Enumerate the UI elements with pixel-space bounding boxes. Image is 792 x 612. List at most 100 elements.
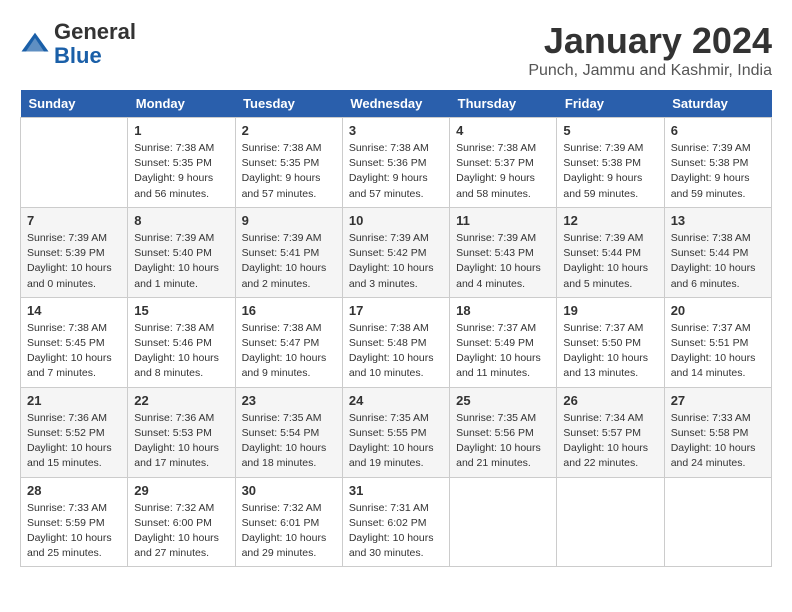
day-info: Sunrise: 7:39 AMSunset: 5:39 PMDaylight:… [27,231,121,292]
day-cell: 22 Sunrise: 7:36 AMSunset: 5:53 PMDayligh… [128,387,235,477]
calendar-table: SundayMondayTuesdayWednesdayThursdayFrid… [20,90,772,567]
day-number: 22 [134,393,228,408]
day-number: 1 [134,123,228,138]
day-number: 3 [349,123,443,138]
day-number: 27 [671,393,765,408]
day-info: Sunrise: 7:37 AMSunset: 5:49 PMDaylight:… [456,321,550,382]
weekday-header-tuesday: Tuesday [235,90,342,118]
day-cell: 18 Sunrise: 7:37 AMSunset: 5:49 PMDayligh… [450,297,557,387]
week-row-3: 14 Sunrise: 7:38 AMSunset: 5:45 PMDayligh… [21,297,772,387]
day-info: Sunrise: 7:38 AMSunset: 5:47 PMDaylight:… [242,321,336,382]
day-number: 17 [349,303,443,318]
day-cell [664,477,771,567]
day-cell: 20 Sunrise: 7:37 AMSunset: 5:51 PMDayligh… [664,297,771,387]
weekday-header-friday: Friday [557,90,664,118]
day-info: Sunrise: 7:39 AMSunset: 5:41 PMDaylight:… [242,231,336,292]
day-cell: 28 Sunrise: 7:33 AMSunset: 5:59 PMDayligh… [21,477,128,567]
day-cell: 15 Sunrise: 7:38 AMSunset: 5:46 PMDayligh… [128,297,235,387]
day-number: 14 [27,303,121,318]
day-cell: 6Sunrise: 7:39 AMSunset: 5:38 PMDaylight… [664,118,771,208]
day-info: Sunrise: 7:31 AMSunset: 6:02 PMDaylight:… [349,501,443,562]
day-info: Sunrise: 7:38 AMSunset: 5:48 PMDaylight:… [349,321,443,382]
day-info: Sunrise: 7:39 AMSunset: 5:38 PMDaylight:… [671,141,765,202]
day-cell [557,477,664,567]
title-block: January 2024 Punch, Jammu and Kashmir, I… [528,20,772,80]
day-number: 31 [349,483,443,498]
day-cell: 1 Sunrise: 7:38 AMSunset: 5:35 PMDaylight… [128,118,235,208]
day-number: 9 [242,213,336,228]
week-row-4: 21 Sunrise: 7:36 AMSunset: 5:52 PMDayligh… [21,387,772,477]
day-number: 18 [456,303,550,318]
day-number: 4 [456,123,550,138]
day-cell: 23 Sunrise: 7:35 AMSunset: 5:54 PMDayligh… [235,387,342,477]
day-cell: 21 Sunrise: 7:36 AMSunset: 5:52 PMDayligh… [21,387,128,477]
day-info: Sunrise: 7:35 AMSunset: 5:55 PMDaylight:… [349,411,443,472]
week-row-1: 1 Sunrise: 7:38 AMSunset: 5:35 PMDaylight… [21,118,772,208]
week-row-5: 28 Sunrise: 7:33 AMSunset: 5:59 PMDayligh… [21,477,772,567]
logo-general: General [54,19,136,44]
day-info: Sunrise: 7:39 AMSunset: 5:40 PMDaylight:… [134,231,228,292]
day-info: Sunrise: 7:35 AMSunset: 5:56 PMDaylight:… [456,411,550,472]
day-info: Sunrise: 7:38 AMSunset: 5:46 PMDaylight:… [134,321,228,382]
day-cell: 27 Sunrise: 7:33 AMSunset: 5:58 PMDayligh… [664,387,771,477]
day-info: Sunrise: 7:38 AMSunset: 5:35 PMDaylight:… [242,141,336,202]
day-cell [450,477,557,567]
day-number: 7 [27,213,121,228]
weekday-header-saturday: Saturday [664,90,771,118]
day-cell: 26 Sunrise: 7:34 AMSunset: 5:57 PMDayligh… [557,387,664,477]
day-number: 20 [671,303,765,318]
day-number: 10 [349,213,443,228]
logo: General Blue [20,20,136,68]
weekday-header-sunday: Sunday [21,90,128,118]
weekday-header-monday: Monday [128,90,235,118]
day-cell: 4Sunrise: 7:38 AMSunset: 5:37 PMDaylight… [450,118,557,208]
day-info: Sunrise: 7:32 AMSunset: 6:00 PMDaylight:… [134,501,228,562]
day-number: 8 [134,213,228,228]
day-info: Sunrise: 7:36 AMSunset: 5:53 PMDaylight:… [134,411,228,472]
day-cell: 14 Sunrise: 7:38 AMSunset: 5:45 PMDayligh… [21,297,128,387]
day-cell: 17 Sunrise: 7:38 AMSunset: 5:48 PMDayligh… [342,297,449,387]
day-cell: 19 Sunrise: 7:37 AMSunset: 5:50 PMDayligh… [557,297,664,387]
day-number: 19 [563,303,657,318]
day-info: Sunrise: 7:39 AMSunset: 5:38 PMDaylight:… [563,141,657,202]
day-number: 16 [242,303,336,318]
day-cell: 3Sunrise: 7:38 AMSunset: 5:36 PMDaylight… [342,118,449,208]
day-info: Sunrise: 7:33 AMSunset: 5:59 PMDaylight:… [27,501,121,562]
day-info: Sunrise: 7:38 AMSunset: 5:44 PMDaylight:… [671,231,765,292]
day-info: Sunrise: 7:39 AMSunset: 5:44 PMDaylight:… [563,231,657,292]
day-cell: 25Sunrise: 7:35 AMSunset: 5:56 PMDayligh… [450,387,557,477]
day-cell [21,118,128,208]
day-number: 29 [134,483,228,498]
day-info: Sunrise: 7:37 AMSunset: 5:50 PMDaylight:… [563,321,657,382]
day-number: 30 [242,483,336,498]
day-number: 5 [563,123,657,138]
day-info: Sunrise: 7:39 AMSunset: 5:43 PMDaylight:… [456,231,550,292]
day-info: Sunrise: 7:36 AMSunset: 5:52 PMDaylight:… [27,411,121,472]
page-header: General Blue January 2024 Punch, Jammu a… [20,20,772,80]
day-info: Sunrise: 7:33 AMSunset: 5:58 PMDaylight:… [671,411,765,472]
day-cell: 5 Sunrise: 7:39 AMSunset: 5:38 PMDaylight… [557,118,664,208]
day-cell: 29 Sunrise: 7:32 AMSunset: 6:00 PMDayligh… [128,477,235,567]
day-info: Sunrise: 7:38 AMSunset: 5:35 PMDaylight:… [134,141,228,202]
weekday-header-thursday: Thursday [450,90,557,118]
day-info: Sunrise: 7:37 AMSunset: 5:51 PMDaylight:… [671,321,765,382]
weekday-header-wednesday: Wednesday [342,90,449,118]
day-cell: 11 Sunrise: 7:39 AMSunset: 5:43 PMDayligh… [450,207,557,297]
day-info: Sunrise: 7:34 AMSunset: 5:57 PMDaylight:… [563,411,657,472]
weekday-header-row: SundayMondayTuesdayWednesdayThursdayFrid… [21,90,772,118]
day-cell: 12Sunrise: 7:39 AMSunset: 5:44 PMDayligh… [557,207,664,297]
day-number: 11 [456,213,550,228]
day-info: Sunrise: 7:39 AMSunset: 5:42 PMDaylight:… [349,231,443,292]
day-info: Sunrise: 7:38 AMSunset: 5:45 PMDaylight:… [27,321,121,382]
day-number: 26 [563,393,657,408]
day-info: Sunrise: 7:35 AMSunset: 5:54 PMDaylight:… [242,411,336,472]
day-cell: 30Sunrise: 7:32 AMSunset: 6:01 PMDayligh… [235,477,342,567]
day-cell: 10 Sunrise: 7:39 AMSunset: 5:42 PMDayligh… [342,207,449,297]
day-number: 28 [27,483,121,498]
day-number: 21 [27,393,121,408]
day-cell: 31 Sunrise: 7:31 AMSunset: 6:02 PMDayligh… [342,477,449,567]
day-number: 23 [242,393,336,408]
day-cell: 7 Sunrise: 7:39 AMSunset: 5:39 PMDaylight… [21,207,128,297]
day-number: 15 [134,303,228,318]
day-cell: 16 Sunrise: 7:38 AMSunset: 5:47 PMDayligh… [235,297,342,387]
